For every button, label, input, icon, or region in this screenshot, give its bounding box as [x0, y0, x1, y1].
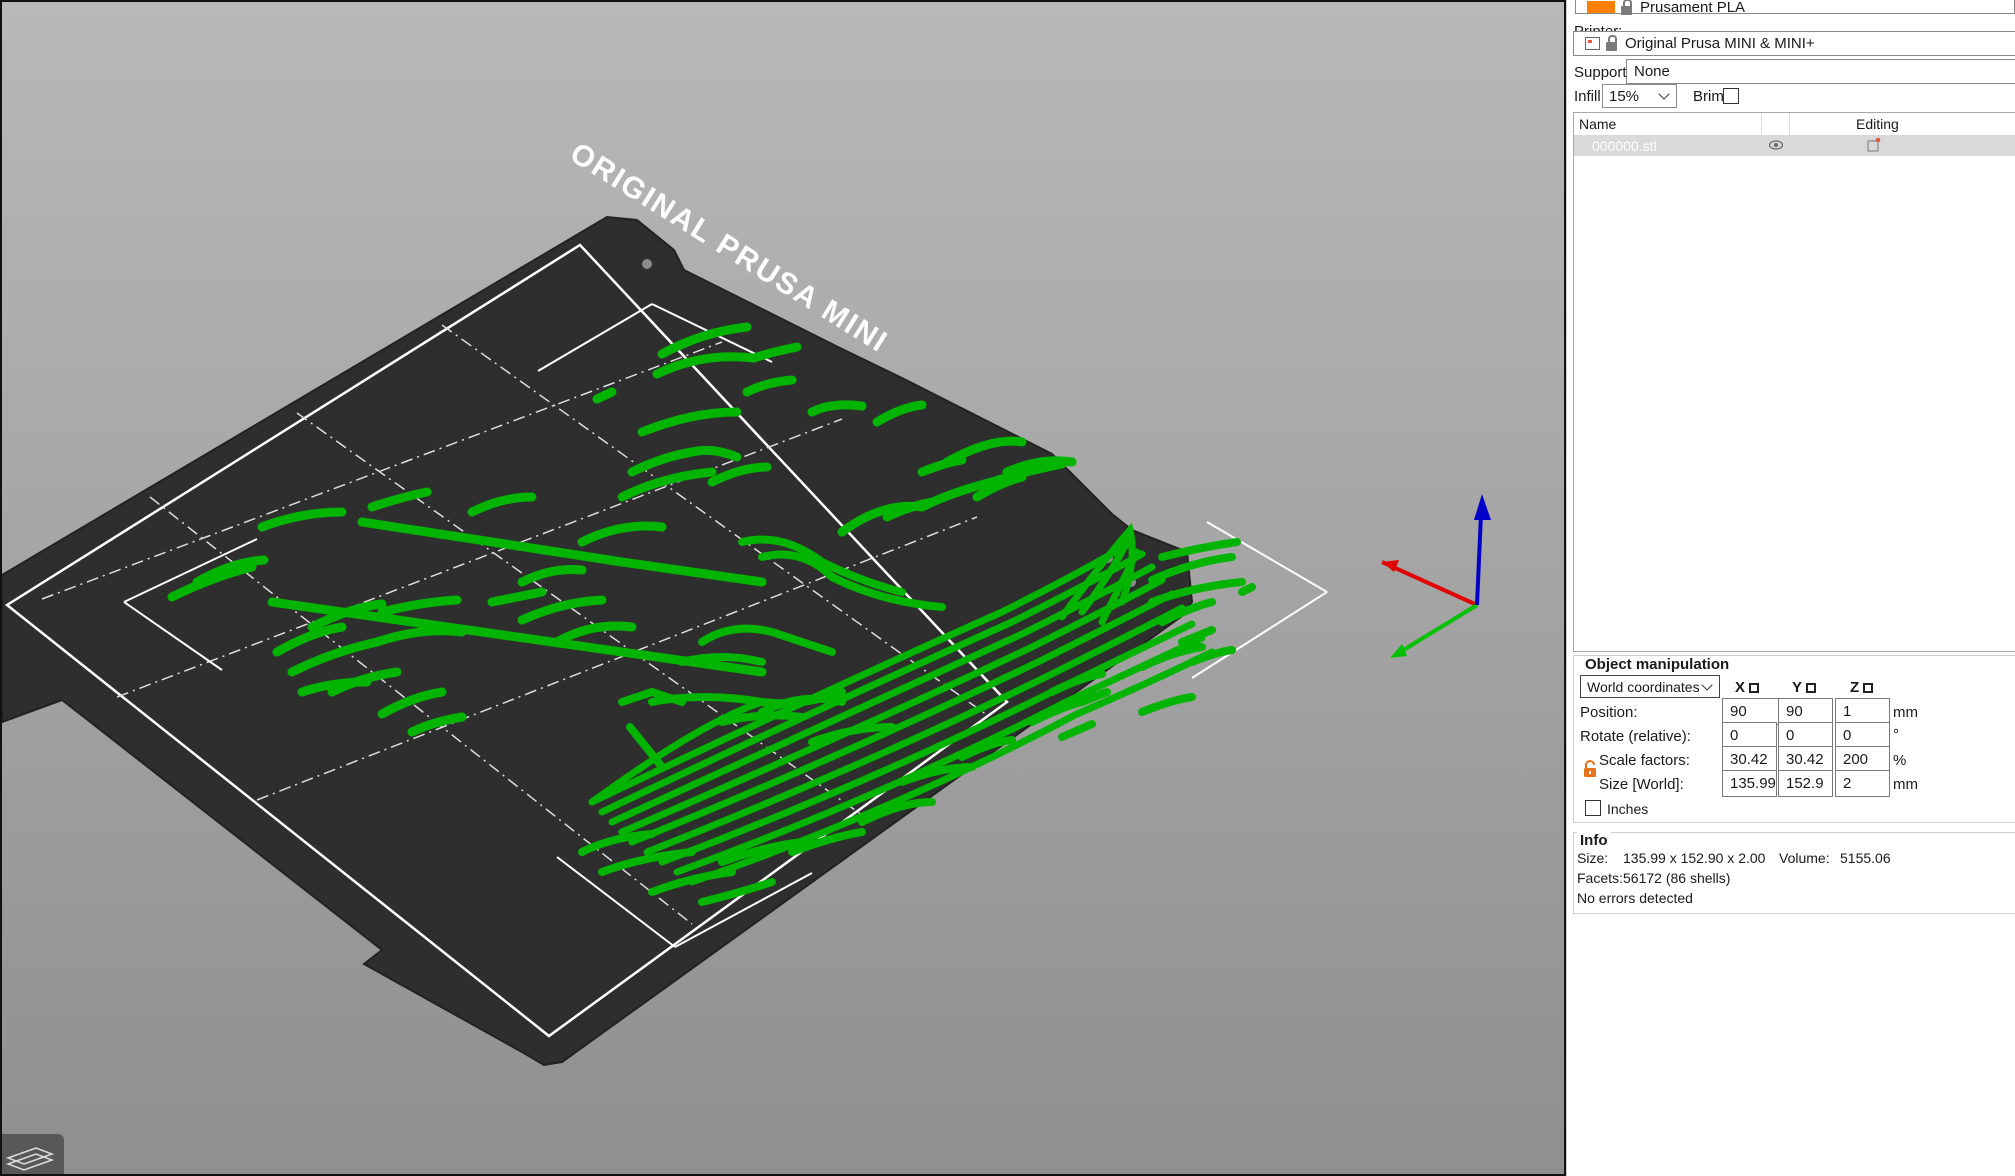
- printer-value: Original Prusa MINI & MINI+: [1625, 35, 1815, 52]
- position-z-input[interactable]: 1: [1835, 698, 1890, 725]
- chevron-down-icon: [1701, 679, 1713, 691]
- column-name[interactable]: Name: [1579, 116, 1616, 132]
- rotate-z-input[interactable]: 0: [1835, 722, 1890, 749]
- infill-label: Infill:: [1574, 88, 1605, 105]
- eye-icon[interactable]: [1769, 140, 1783, 150]
- chevron-down-icon: [1658, 88, 1670, 100]
- axis-z-header: Z: [1850, 679, 1874, 696]
- infill-value: 15%: [1609, 87, 1640, 105]
- filament-color-swatch[interactable]: [1587, 1, 1615, 13]
- info-volume-value: 5155.06: [1840, 850, 1891, 866]
- info-title: Info: [1577, 832, 1611, 849]
- printer-combo[interactable]: Original Prusa MINI & MINI+: [1573, 31, 2015, 56]
- scale-x-input[interactable]: 30.42: [1722, 746, 1777, 773]
- info-facets-value: 56172 (86 shells): [1623, 870, 1731, 886]
- lock-icon: [1606, 35, 1617, 51]
- scale-unit: %: [1893, 752, 1907, 769]
- object-list-header: Name Editing: [1574, 113, 2015, 136]
- axis-x-icon: [1749, 683, 1760, 693]
- infill-combo[interactable]: 15%: [1602, 84, 1677, 108]
- object-list[interactable]: Name Editing 000000.stl: [1573, 112, 2015, 652]
- rotate-x-input[interactable]: 0: [1722, 722, 1777, 749]
- supports-value: None: [1634, 63, 1670, 80]
- info-facets-label: Facets:: [1577, 870, 1623, 886]
- scale-y-input[interactable]: 30.42: [1778, 746, 1833, 773]
- rotate-y-input[interactable]: 0: [1778, 722, 1833, 749]
- brim-checkbox[interactable]: [1723, 88, 1739, 104]
- position-unit: mm: [1893, 704, 1918, 721]
- supports-combo[interactable]: None: [1626, 59, 2015, 84]
- info-volume-label: Volume:: [1779, 850, 1830, 866]
- rotate-label: Rotate (relative):: [1580, 728, 1691, 745]
- axis-z-icon: [1863, 683, 1874, 693]
- info-size-value: 135.99 x 152.90 x 2.00: [1623, 850, 1766, 866]
- info-size-label: Size:: [1577, 850, 1609, 866]
- column-editing[interactable]: Editing: [1856, 116, 1899, 132]
- size-label: Size [World]:: [1599, 776, 1684, 793]
- edit-part-icon[interactable]: [1867, 137, 1881, 152]
- layers-editor-button[interactable]: [2, 1134, 64, 1174]
- position-y-input[interactable]: 90: [1778, 698, 1833, 725]
- size-y-input[interactable]: 152.9: [1778, 770, 1833, 797]
- axis-x-header: X: [1735, 679, 1760, 696]
- filament-value: Prusament PLA: [1640, 0, 1746, 16]
- coordinates-value: World coordinates: [1587, 678, 1700, 695]
- inches-checkbox[interactable]: [1585, 800, 1601, 816]
- axis-y-header: Y: [1792, 679, 1817, 696]
- size-x-input[interactable]: 135.99: [1722, 770, 1777, 797]
- bed-hole: [642, 259, 652, 269]
- scale-z-input[interactable]: 200: [1835, 746, 1890, 773]
- list-item[interactable]: 000000.stl: [1574, 135, 2015, 156]
- object-name: 000000.stl: [1592, 138, 1657, 154]
- coordinates-combo[interactable]: World coordinates: [1580, 675, 1720, 698]
- inches-label: Inches: [1607, 801, 1649, 817]
- right-sidebar: Prusament PLA Printer: Original Prusa MI…: [1566, 0, 2015, 1176]
- lock-icon: [1621, 0, 1632, 15]
- layers-icon: [6, 1147, 54, 1171]
- size-z-input[interactable]: 2: [1835, 770, 1890, 797]
- info-errors: No errors detected: [1577, 890, 1693, 906]
- axes-gizmo: [1381, 494, 1491, 658]
- scale-label: Scale factors:: [1599, 752, 1690, 769]
- 3d-scene[interactable]: ORIGINAL PRUSA MINI: [2, 2, 1566, 1176]
- size-unit: mm: [1893, 776, 1918, 793]
- unlock-icon[interactable]: [1583, 760, 1597, 778]
- filament-combo[interactable]: Prusament PLA: [1575, 0, 2015, 16]
- axis-y-icon: [1806, 683, 1817, 693]
- position-label: Position:: [1580, 704, 1638, 721]
- object-manipulation-title: Object manipulation: [1582, 656, 1733, 673]
- 3d-viewport[interactable]: ORIGINAL PRUSA MINI: [0, 0, 1566, 1176]
- printer-icon: [1585, 37, 1600, 50]
- rotate-unit: °: [1893, 726, 1899, 743]
